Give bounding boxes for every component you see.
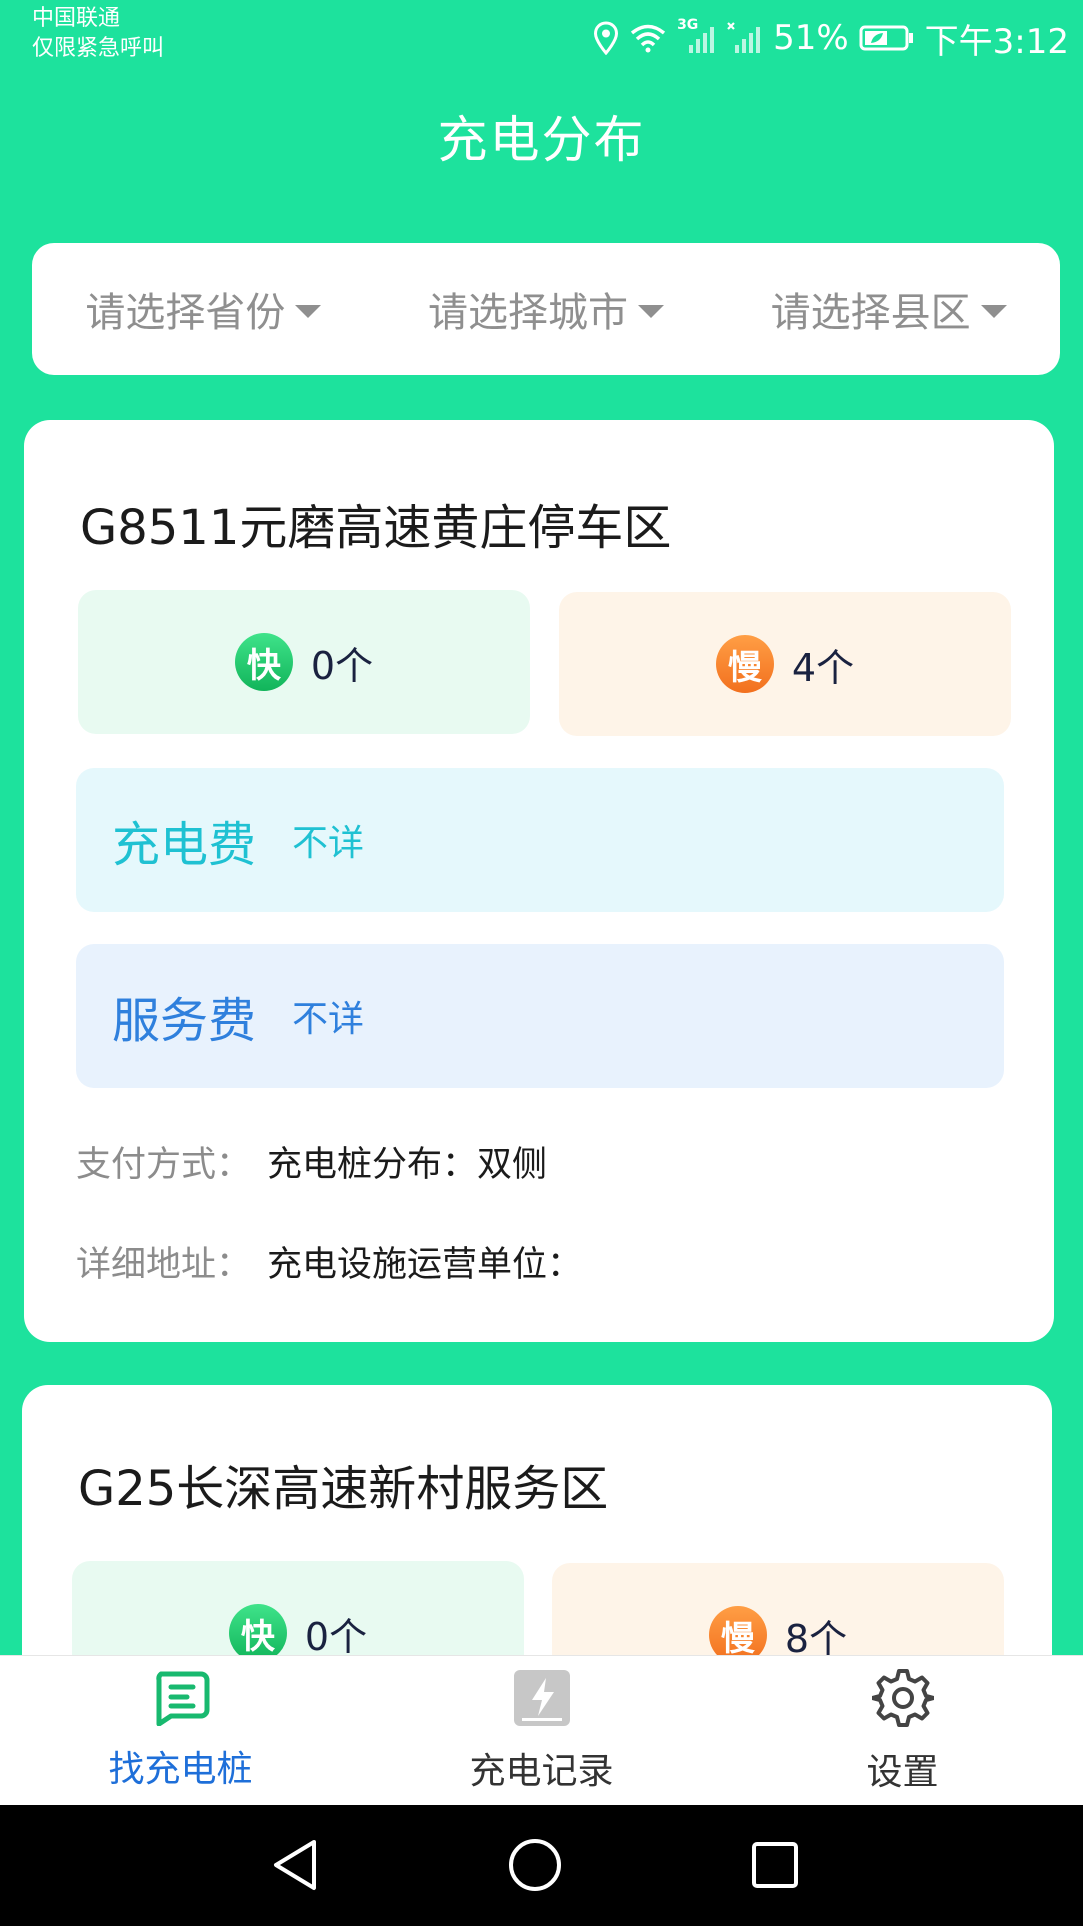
home-icon[interactable] <box>505 1835 565 1895</box>
fast-pile-count-value: 0个 <box>310 643 374 688</box>
fast-charge-badge: 快 <box>234 633 293 691</box>
province-select[interactable]: 请选择省份 <box>32 280 375 338</box>
tab-settings-label: 设置 <box>866 1752 939 1793</box>
clock: 下午3:12 <box>924 21 1069 62</box>
back-icon[interactable] <box>265 1835 325 1895</box>
charge-record-icon <box>512 1668 572 1732</box>
slow-pile-count: 慢 4个 <box>559 592 1011 736</box>
district-select-label: 请选择县区 <box>770 290 971 336</box>
service-fee-value: 不详 <box>292 999 365 1040</box>
fast-pile-count-value: 0个 <box>304 1614 368 1659</box>
tab-settings[interactable]: 设置 <box>722 1656 1083 1806</box>
status-bar: 中国联通 仅限紧急呼叫 3G 51% 下午3:12 <box>0 0 1083 70</box>
payment-info-row: 支付方式： 充电桩分布：双侧 <box>76 1136 547 1187</box>
service-fee-label: 服务费 <box>112 993 257 1049</box>
station-name: G25长深高速新村服务区 <box>78 1461 609 1517</box>
city-select-label: 请选择城市 <box>428 290 628 336</box>
emergency-only-text: 仅限紧急呼叫 <box>32 36 165 61</box>
tab-find-charger-label: 找充电桩 <box>108 1749 253 1790</box>
operator-text: 充电设施运营单位： <box>267 1245 583 1285</box>
gear-icon <box>869 1667 936 1733</box>
station-name: G8511元磨高速黄庄停车区 <box>80 500 672 556</box>
station-card[interactable]: G8511元磨高速黄庄停车区 快 0个 慢 4个 充电费 不详 服务费 不详 支… <box>24 420 1054 1342</box>
battery-icon <box>859 24 915 52</box>
carrier-info: 中国联通 仅限紧急呼叫 <box>32 4 164 64</box>
province-select-label: 请选择省份 <box>85 290 286 336</box>
tab-find-charger[interactable]: 找充电桩 <box>0 1656 361 1806</box>
caret-down-icon <box>638 304 664 318</box>
system-nav-bar <box>0 1805 1083 1926</box>
address-info-row: 详细地址： 充电设施运营单位： <box>76 1236 582 1287</box>
slow-charge-badge: 慢 <box>715 635 774 693</box>
fast-pile-count: 快 0个 <box>78 590 530 734</box>
district-select[interactable]: 请选择县区 <box>717 280 1060 338</box>
signal-off-icon <box>727 21 763 55</box>
charger-list-icon <box>151 1670 211 1730</box>
status-icons: 3G 51% 下午3:12 <box>593 16 1069 62</box>
carrier-name: 中国联通 <box>32 6 121 31</box>
location-icon <box>593 21 619 55</box>
payment-method-key: 支付方式： <box>76 1145 252 1185</box>
region-filter-bar: 请选择省份 请选择城市 请选择县区 <box>32 243 1060 375</box>
app-screen: 中国联通 仅限紧急呼叫 3G 51% 下午3:12 充电分布 请选择省份 请选择… <box>0 0 1083 1926</box>
page-title: 充电分布 <box>437 111 646 169</box>
city-select[interactable]: 请选择城市 <box>375 280 718 338</box>
caret-down-icon <box>295 304 322 318</box>
fast-charge-badge: 快 <box>228 1604 287 1662</box>
service-fee-row: 服务费 不详 <box>76 944 1004 1088</box>
charge-fee-row: 充电费 不详 <box>76 768 1004 912</box>
wifi-icon <box>629 23 667 53</box>
charge-fee-value: 不详 <box>292 823 365 864</box>
tab-charge-record-label: 充电记录 <box>469 1751 614 1792</box>
recent-apps-icon[interactable] <box>745 1835 805 1895</box>
address-key: 详细地址： <box>76 1245 252 1285</box>
battery-percent: 51% <box>773 18 849 58</box>
signal-icon: 3G <box>677 17 717 55</box>
pile-distribution-text: 充电桩分布：双侧 <box>267 1145 548 1185</box>
bottom-tab-bar: 找充电桩 充电记录 设置 <box>0 1655 1083 1805</box>
charge-fee-label: 充电费 <box>112 817 257 873</box>
caret-down-icon <box>980 304 1007 318</box>
tab-charge-record[interactable]: 充电记录 <box>361 1656 722 1806</box>
slow-pile-count-value: 4个 <box>791 645 855 690</box>
